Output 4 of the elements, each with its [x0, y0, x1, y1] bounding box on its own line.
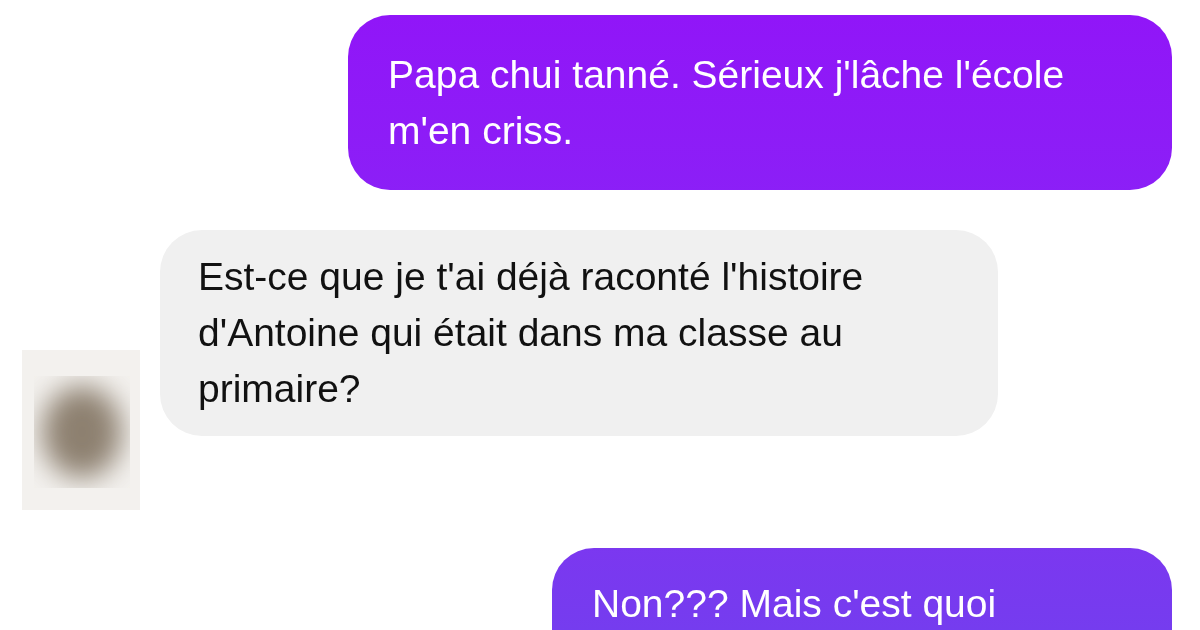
- sent-message: Non??? Mais c'est quoi: [552, 548, 1172, 630]
- avatar-icon: [22, 350, 140, 510]
- received-message: Est-ce que je t'ai déjà raconté l'histoire d'Antoine qui était dans ma classe au primaire?: [160, 230, 998, 436]
- sent-message: Papa chui tanné. Sérieux j'lâche l'école m'en criss.: [348, 15, 1172, 190]
